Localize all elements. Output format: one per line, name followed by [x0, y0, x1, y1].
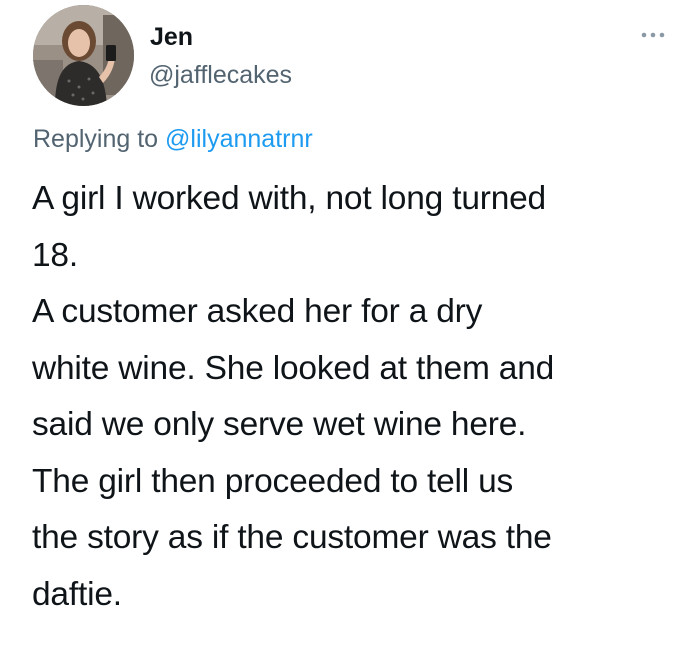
tweet-text-line: the story as if the customer was the	[32, 519, 552, 556]
tweet-text-line: A girl I worked with, not long turned	[32, 180, 546, 217]
tweet-text-line: white wine. She looked at them and	[32, 349, 555, 387]
tweet-text: A girl I worked with, not long turned 18…	[32, 171, 682, 623]
tweet-text-line: A customer asked her for a dry	[32, 293, 483, 330]
avatar[interactable]	[33, 5, 134, 106]
reply-mention-link[interactable]: @lilyannatrnr	[165, 125, 313, 153]
profile-photo	[33, 5, 134, 106]
replying-to: Replying to @lilyannatrnr	[33, 123, 313, 155]
tweet-text-line: said we only serve wet wine here.	[32, 406, 527, 443]
replying-to-label: Replying to	[33, 125, 159, 153]
tweet-card: Jen @jafflecakes Replying to @lilyannatr…	[0, 0, 700, 653]
tweet-text-line: 18.	[32, 236, 78, 274]
display-name[interactable]: Jen	[150, 22, 193, 52]
more-options-icon[interactable]	[640, 28, 666, 42]
tweet-text-line: The girl then proceeded to tell us	[32, 462, 514, 500]
user-handle[interactable]: @jafflecakes	[149, 60, 292, 90]
tweet-text-line: daftie.	[32, 575, 122, 613]
